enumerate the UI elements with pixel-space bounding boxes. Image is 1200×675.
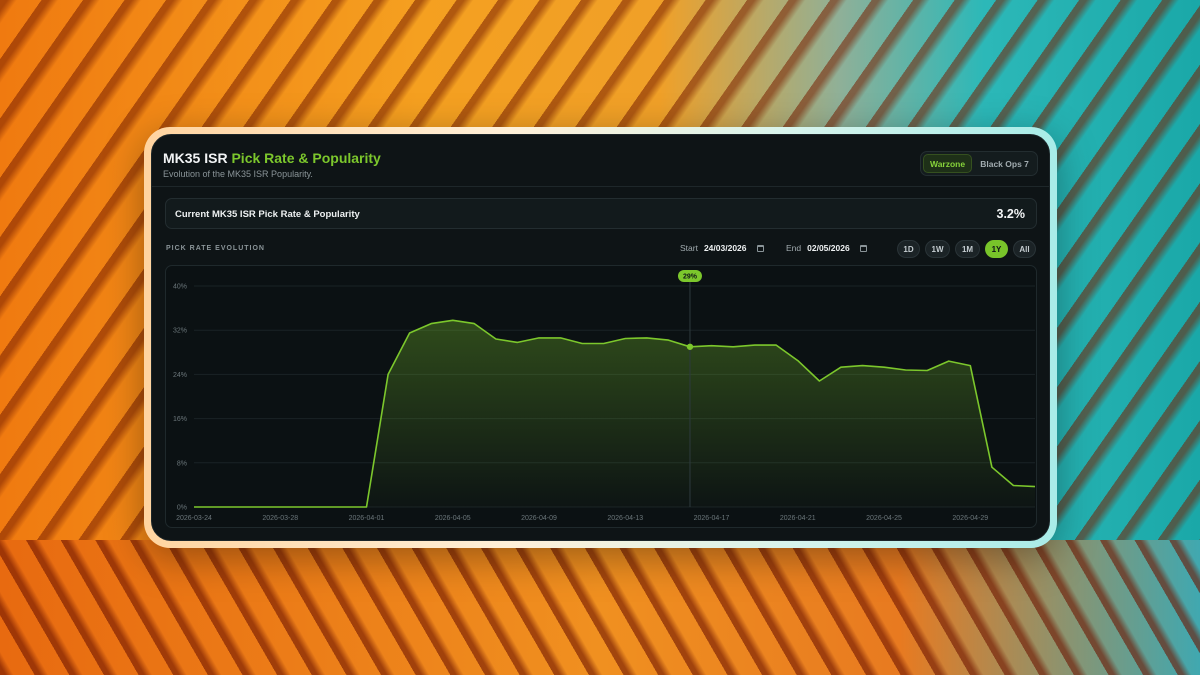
page-subtitle: Evolution of the MK35 ISR Popularity.	[163, 169, 313, 179]
weapon-stats-card: MK35 ISR Pick Rate & Popularity Evolutio…	[151, 134, 1050, 541]
data-point	[991, 466, 993, 468]
calendar-icon[interactable]	[756, 244, 764, 252]
data-point	[840, 366, 842, 368]
y-tick-label: 40%	[173, 284, 187, 291]
data-point	[624, 337, 626, 339]
data-point	[408, 332, 410, 334]
data-point	[1034, 485, 1036, 487]
x-tick-label: 2026-04-29	[952, 515, 988, 522]
data-point	[710, 344, 712, 346]
series-area	[194, 320, 1035, 507]
section-label: PICK RATE EVOLUTION	[166, 245, 265, 252]
page-title: MK35 ISR Pick Rate & Popularity	[163, 150, 381, 166]
data-point	[926, 369, 928, 371]
current-pick-rate-box: Current MK35 ISR Pick Rate & Popularity …	[165, 198, 1037, 229]
data-point	[322, 506, 324, 508]
data-point	[279, 506, 281, 508]
data-point	[667, 339, 669, 341]
data-point	[603, 342, 605, 344]
card-header: MK35 ISR Pick Rate & Popularity Evolutio…	[152, 135, 1049, 187]
range-button-1m[interactable]: 1M	[955, 240, 980, 258]
background-lower	[0, 540, 1200, 675]
x-tick-label: 2026-04-25	[866, 515, 902, 522]
x-tick-label: 2026-04-21	[780, 515, 816, 522]
data-point	[732, 346, 734, 348]
range-button-1y[interactable]: 1Y	[985, 240, 1008, 258]
x-tick-label: 2026-04-17	[694, 515, 730, 522]
title-weapon: MK35 ISR	[163, 150, 228, 166]
end-date-label: End	[786, 243, 802, 253]
calendar-icon[interactable]	[859, 244, 867, 252]
y-tick-label: 16%	[173, 416, 187, 423]
data-point	[581, 342, 583, 344]
y-tick-label: 8%	[177, 460, 187, 467]
data-point	[365, 506, 367, 508]
end-date-value: 02/05/2026	[807, 243, 850, 253]
game-tabs: Warzone Black Ops 7	[920, 151, 1038, 176]
data-point	[257, 506, 259, 508]
active-point	[686, 343, 694, 350]
data-point	[818, 380, 820, 382]
range-button-1w[interactable]: 1W	[925, 240, 950, 258]
tooltip-label: 29%	[683, 274, 698, 281]
data-point	[387, 373, 389, 375]
start-date-value: 24/03/2026	[703, 243, 747, 253]
tab-black-ops-7[interactable]: Black Ops 7	[974, 154, 1035, 173]
data-point	[344, 506, 346, 508]
data-point	[883, 366, 885, 368]
x-tick-label: 2026-04-13	[607, 515, 643, 522]
data-point	[904, 369, 906, 371]
data-point	[948, 360, 950, 362]
end-date-field[interactable]: End 02/05/2026	[786, 243, 867, 253]
data-point	[473, 322, 475, 324]
start-date-field[interactable]: Start 24/03/2026	[680, 243, 764, 253]
x-tick-label: 2026-03-28	[262, 515, 298, 522]
data-point	[1012, 484, 1014, 486]
data-point	[452, 319, 454, 321]
data-point	[969, 364, 971, 366]
range-button-1d[interactable]: 1D	[897, 240, 920, 258]
tab-warzone[interactable]: Warzone	[923, 154, 973, 173]
x-tick-label: 2026-04-09	[521, 515, 557, 522]
data-point	[646, 337, 648, 339]
data-point	[559, 337, 561, 339]
data-point	[538, 337, 540, 339]
current-pick-rate-label: Current MK35 ISR Pick Rate & Popularity	[175, 209, 360, 220]
data-point	[236, 506, 238, 508]
x-tick-label: 2026-03-24	[176, 515, 212, 522]
data-point	[797, 359, 799, 361]
title-accent: Pick Rate & Popularity	[231, 150, 381, 166]
data-point	[861, 364, 863, 366]
start-date-label: Start	[680, 243, 698, 253]
range-button-all[interactable]: All	[1013, 240, 1036, 258]
data-point	[430, 322, 432, 324]
data-point	[301, 506, 303, 508]
data-point	[775, 344, 777, 346]
pick-rate-chart-svg: 0% 8% 16% 24% 32% 40% 2026-03-24 2026-03-28 2026…	[173, 270, 1036, 522]
pick-rate-chart: 0% 8% 16% 24% 32% 40% 2026-03-24 2026-03-28 2026…	[165, 265, 1037, 528]
y-tick-label: 0%	[177, 505, 187, 512]
data-point	[753, 344, 755, 346]
y-tick-label: 24%	[173, 372, 187, 379]
data-point	[495, 338, 497, 340]
data-point	[516, 341, 518, 343]
x-tick-label: 2026-04-05	[435, 515, 471, 522]
data-point	[193, 506, 195, 508]
x-tick-label: 2026-04-01	[349, 515, 385, 522]
current-pick-rate-value: 3.2%	[996, 207, 1026, 221]
data-point	[214, 506, 216, 508]
y-tick-label: 32%	[173, 328, 187, 335]
